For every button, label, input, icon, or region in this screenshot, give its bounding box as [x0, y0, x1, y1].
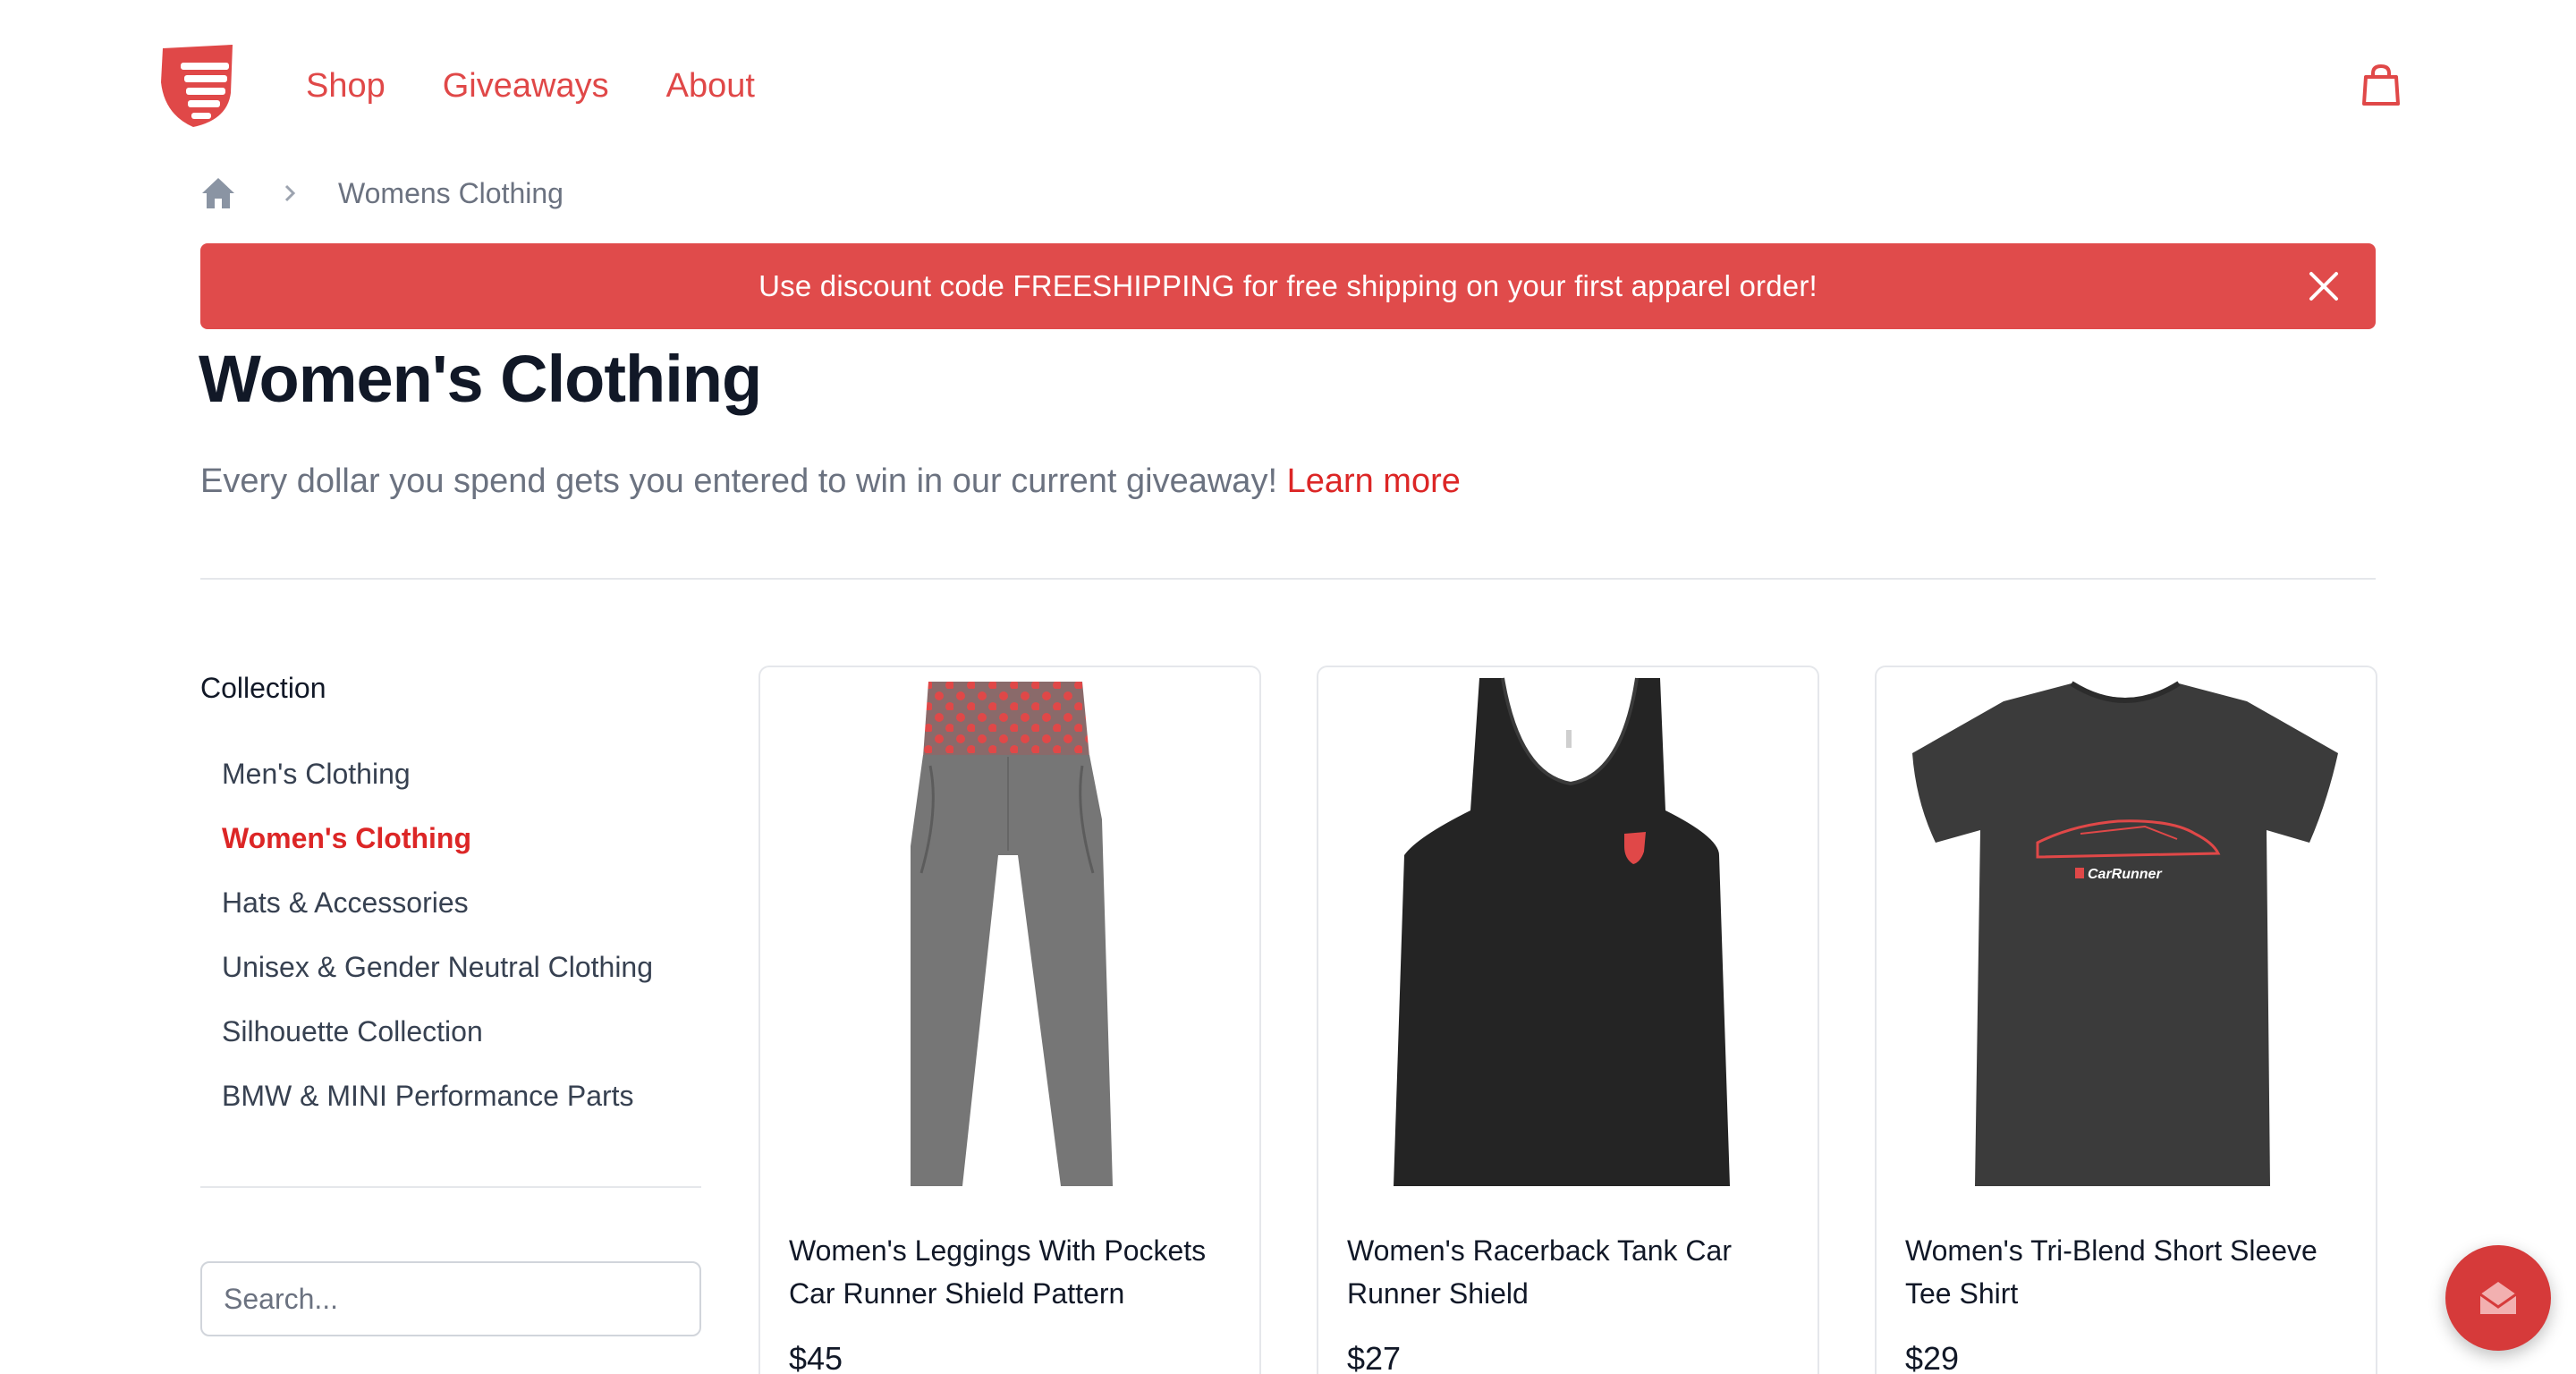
nav-giveaways-link[interactable]: Giveaways [443, 64, 609, 107]
breadcrumb-current[interactable]: Womens Clothing [338, 177, 564, 210]
search-input[interactable] [200, 1261, 701, 1336]
product-name[interactable]: Women's Racerback Tank Car Runner Shield [1347, 1229, 1794, 1315]
giveaway-lead: Every dollar you spend gets you entered … [200, 458, 1461, 505]
collection-item-hats[interactable]: Hats & Accessories [222, 882, 653, 946]
collection-heading: Collection [200, 672, 326, 704]
nav-shop-link[interactable]: Shop [306, 64, 386, 107]
collection-item-mens[interactable]: Men's Clothing [222, 753, 653, 818]
chevron-right-icon [284, 184, 296, 202]
banner-text: Use discount code FREESHIPPING for free … [758, 269, 1818, 302]
page: Shop Giveaways About Womens Clothing Use… [0, 0, 2576, 1374]
product-card-tee[interactable]: CarRunner Women's Tri-Blend Short Sleeve… [1875, 666, 2377, 1374]
collection-item-silhouette[interactable]: Silhouette Collection [222, 1011, 653, 1075]
shopping-bag-icon[interactable] [2361, 64, 2401, 106]
main-nav: Shop Giveaways About [306, 64, 755, 107]
product-name[interactable]: Women's Tri-Blend Short Sleeve Tee Shirt [1905, 1229, 2352, 1315]
collection-item-performance-parts[interactable]: BMW & MINI Performance Parts [222, 1075, 653, 1140]
lead-text: Every dollar you spend gets you entered … [200, 462, 1277, 500]
product-image-leggings[interactable] [760, 667, 1259, 1186]
product-price: $29 [1905, 1340, 1960, 1374]
nav-about-link[interactable]: About [666, 64, 755, 107]
product-price: $45 [789, 1340, 843, 1374]
mail-open-icon [2479, 1282, 2517, 1314]
learn-more-link[interactable]: Learn more [1287, 462, 1461, 500]
shield-logo-icon[interactable] [157, 43, 236, 129]
product-name[interactable]: Women's Leggings With Pockets Car Runner… [789, 1229, 1236, 1315]
svg-text:CarRunner: CarRunner [2088, 867, 2162, 882]
product-price: $27 [1347, 1340, 1402, 1374]
sidebar-divider [200, 1186, 701, 1188]
product-card-leggings[interactable]: Women's Leggings With Pockets Car Runner… [758, 666, 1261, 1374]
close-icon[interactable] [2308, 270, 2340, 302]
page-title: Women's Clothing [199, 342, 762, 416]
product-card-tank[interactable]: Women's Racerback Tank Car Runner Shield… [1317, 666, 1819, 1374]
section-divider [200, 578, 2376, 580]
breadcrumb: Womens Clothing [200, 175, 564, 211]
collection-item-womens[interactable]: Women's Clothing [222, 818, 653, 882]
home-icon[interactable] [200, 176, 236, 210]
product-image-tee[interactable]: CarRunner [1877, 667, 2376, 1186]
collection-list: Men's Clothing Women's Clothing Hats & A… [222, 753, 653, 1140]
product-image-tank[interactable] [1318, 667, 1818, 1186]
discount-banner: Use discount code FREESHIPPING for free … [200, 243, 2376, 329]
collection-item-unisex[interactable]: Unisex & Gender Neutral Clothing [222, 946, 653, 1011]
chat-button[interactable] [2445, 1245, 2551, 1351]
